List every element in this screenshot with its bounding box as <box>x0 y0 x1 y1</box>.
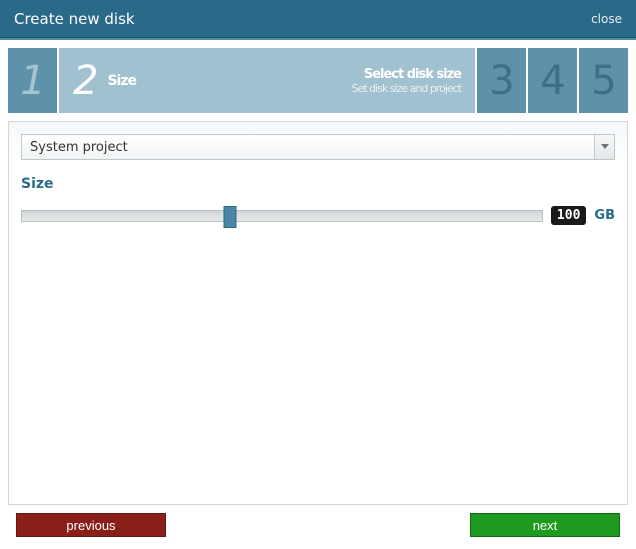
size-section-label: Size <box>21 176 615 192</box>
wizard-steps: 1 2 Size Select disk size Set disk size … <box>0 40 636 113</box>
next-button[interactable]: next <box>470 513 620 537</box>
project-select-value: System project <box>30 140 128 155</box>
footer: previous next <box>0 513 636 549</box>
size-value-badge: 100 <box>551 206 586 225</box>
chevron-down-icon <box>594 135 614 159</box>
wizard-step-2-label: Size <box>107 73 136 89</box>
size-unit: GB <box>594 208 615 223</box>
wizard-step-2-num: 2 <box>73 58 97 104</box>
size-slider-row: 100 GB <box>21 206 615 225</box>
size-slider[interactable] <box>21 210 543 222</box>
dialog-title: Create new disk <box>14 10 135 28</box>
wizard-step-2-info: Select disk size Set disk size and proje… <box>352 67 461 95</box>
wizard-step-3[interactable]: 3 <box>477 48 526 113</box>
wizard-step-2[interactable]: 2 Size Select disk size Set disk size an… <box>59 48 475 113</box>
project-select[interactable]: System project <box>21 134 615 160</box>
wizard-step-1[interactable]: 1 <box>8 48 57 113</box>
wizard-step-5[interactable]: 5 <box>579 48 628 113</box>
size-slider-handle[interactable] <box>223 206 236 228</box>
wizard-step-2-heading: Select disk size <box>352 67 461 82</box>
form-body: System project Size 100 GB <box>8 121 628 505</box>
previous-button[interactable]: previous <box>16 513 166 537</box>
titlebar: Create new disk close <box>0 0 636 38</box>
close-button[interactable]: close <box>591 12 622 26</box>
wizard-step-4[interactable]: 4 <box>528 48 577 113</box>
wizard-step-2-sub: Set disk size and project <box>352 82 461 95</box>
